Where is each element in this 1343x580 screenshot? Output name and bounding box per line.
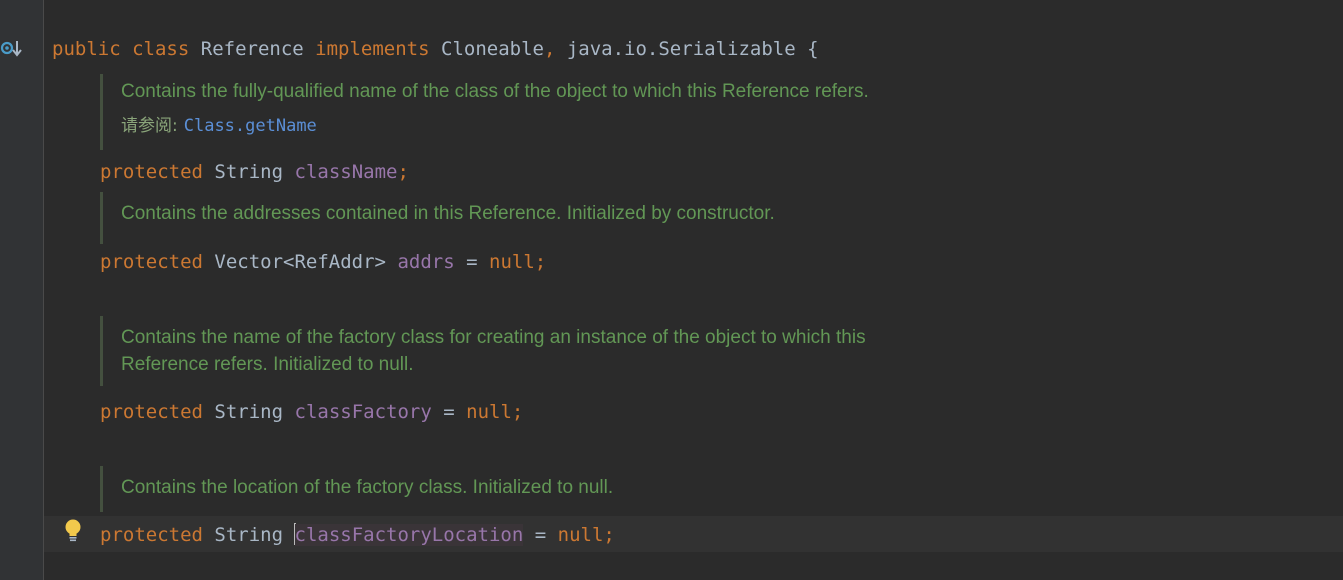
interface-serializable: java.io.Serializable	[566, 38, 796, 60]
javadoc-classfactory: Contains the name of the factory class f…	[100, 316, 866, 386]
javadoc-classfactorylocation: Contains the location of the factory cla…	[100, 466, 613, 512]
null-literal: null	[489, 251, 535, 273]
open-brace: {	[807, 38, 819, 60]
keyword-public: public	[52, 38, 121, 60]
field-type: String	[214, 161, 284, 183]
assign-operator: =	[443, 401, 455, 423]
keyword-protected: protected	[100, 161, 203, 183]
comma: ,	[543, 38, 556, 60]
semicolon: ;	[397, 161, 409, 183]
keyword-implements: implements	[315, 38, 430, 60]
lightbulb-icon[interactable]	[62, 518, 84, 544]
class-declaration[interactable]: public class Reference implements Clonea…	[52, 37, 819, 61]
class-name: Reference	[200, 38, 304, 60]
semicolon: ;	[603, 524, 615, 546]
javadoc-addrs: Contains the addresses contained in this…	[100, 192, 775, 244]
see-also-link[interactable]: Class.getName	[184, 113, 317, 140]
keyword-protected: protected	[100, 401, 203, 423]
interface-cloneable: Cloneable	[441, 38, 544, 60]
field-classfactorylocation[interactable]: protected String classFactoryLocation = …	[100, 523, 615, 547]
semicolon: ;	[534, 251, 547, 273]
keyword-class: class	[132, 38, 190, 60]
javadoc-text: Contains the addresses contained in this…	[121, 203, 775, 224]
field-type: Vector<RefAddr>	[214, 251, 386, 273]
field-name: addrs	[397, 251, 455, 273]
field-name: classFactory	[294, 401, 432, 423]
assign-operator: =	[534, 524, 547, 546]
javadoc-classname: Contains the fully-qualified name of the…	[100, 74, 869, 150]
javadoc-text-line2: Reference refers. Initialized to null.	[121, 354, 414, 375]
field-classname[interactable]: protected String className;	[100, 160, 409, 184]
javadoc-text: Contains the location of the factory cla…	[121, 477, 614, 498]
field-classfactory[interactable]: protected String classFactory = null;	[100, 400, 523, 424]
assign-operator: =	[466, 251, 478, 273]
implementation-marker-icon[interactable]	[0, 38, 22, 58]
null-literal: null	[557, 524, 604, 546]
field-addrs[interactable]: protected Vector<RefAddr> addrs = null;	[100, 250, 546, 274]
keyword-protected: protected	[100, 251, 203, 273]
see-also-row: 请参阅: Class.getName	[121, 113, 869, 140]
code-editor[interactable]: public class Reference implements Clonea…	[0, 0, 1343, 580]
null-literal: null	[466, 401, 512, 423]
javadoc-text-line1: Contains the name of the factory class f…	[121, 327, 866, 348]
field-name: classFactoryLocation	[294, 524, 524, 546]
keyword-protected: protected	[100, 524, 203, 546]
field-name: className	[294, 161, 398, 183]
field-type: String	[214, 401, 284, 423]
javadoc-text: Contains the fully-qualified name of the…	[121, 81, 869, 102]
field-type: String	[214, 524, 284, 546]
see-also-label: 请参阅:	[121, 116, 178, 136]
semicolon: ;	[511, 401, 524, 423]
editor-gutter[interactable]	[0, 0, 44, 580]
